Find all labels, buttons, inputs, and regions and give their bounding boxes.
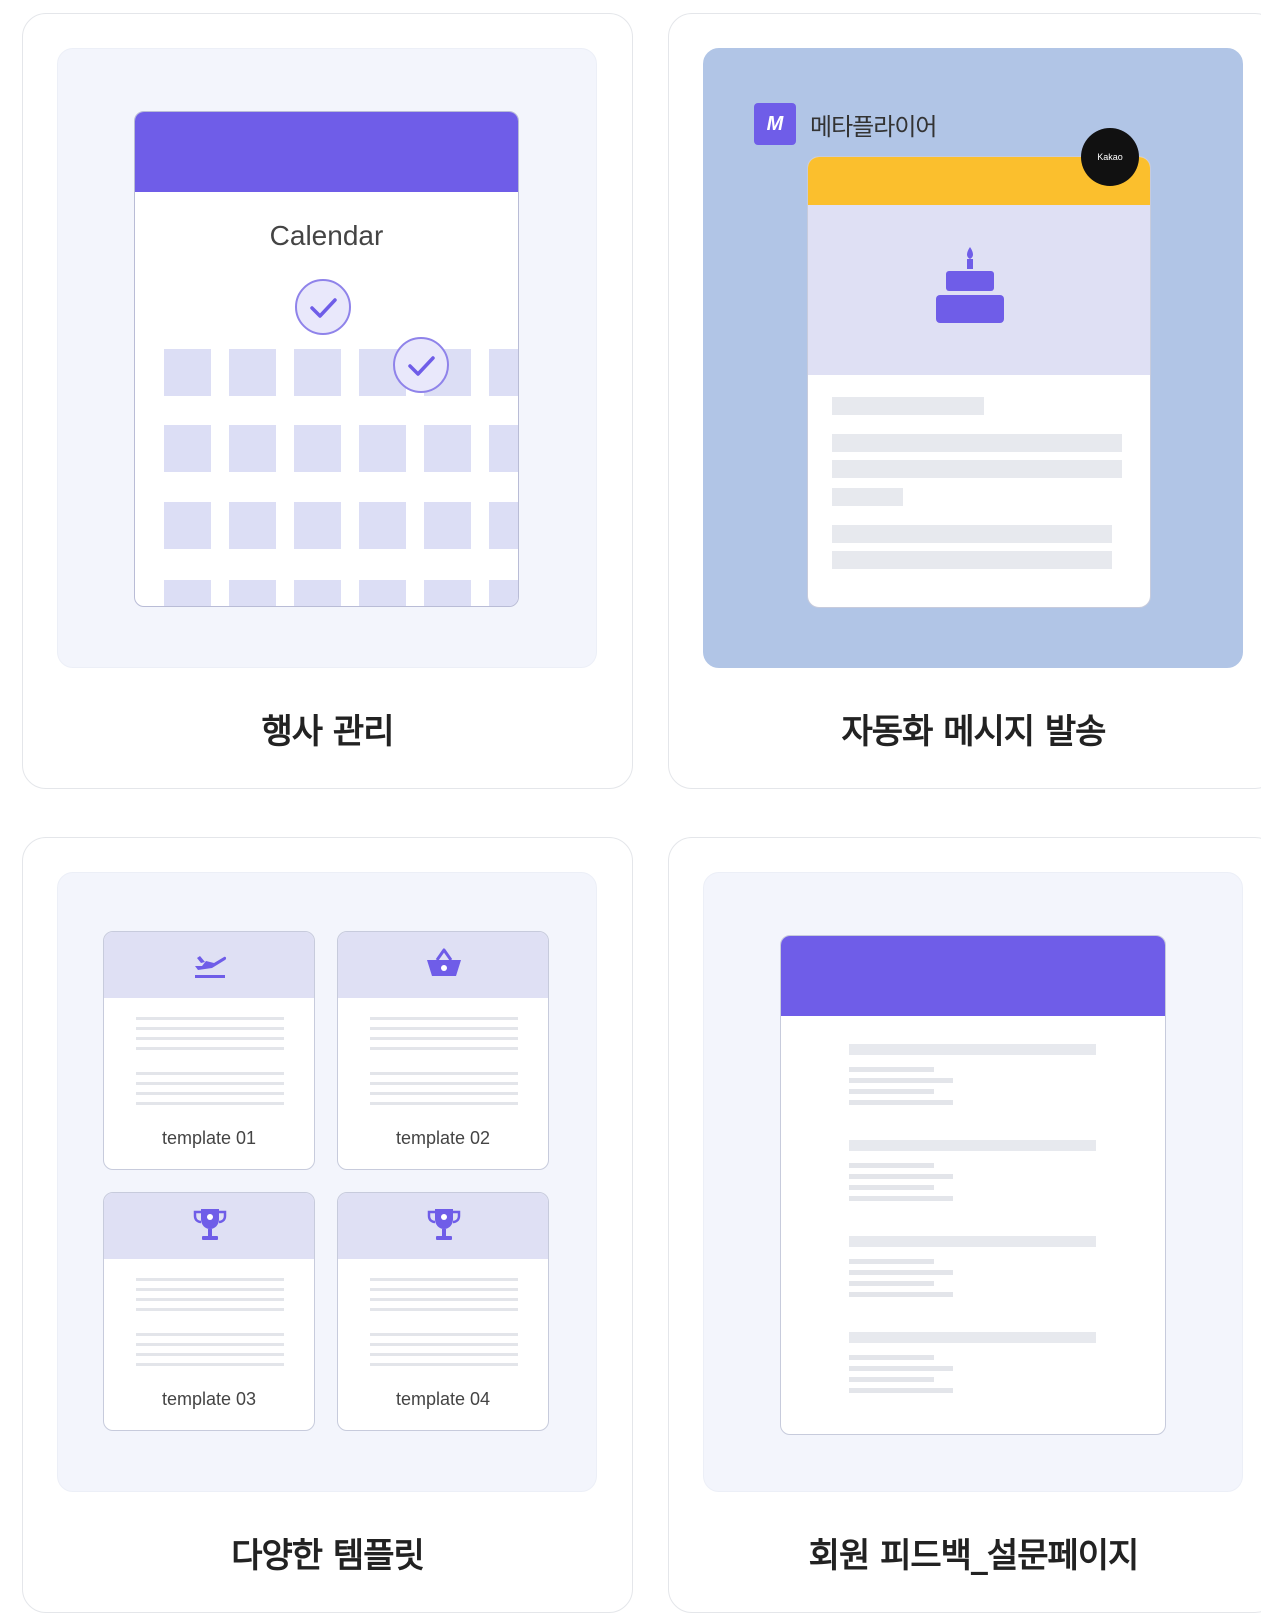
trophy-icon (193, 1209, 227, 1240)
feature-card-auto-message[interactable]: M 메타플라이어 Kakao 자동화 메시지 발송 (668, 13, 1261, 789)
calendar-cell (294, 349, 341, 396)
calendar-cell (164, 349, 211, 396)
message-illustration: M 메타플라이어 Kakao (703, 48, 1243, 668)
template-card-03: template 03 (103, 1192, 315, 1431)
survey-mockup (780, 935, 1166, 1435)
trophy-icon (427, 1209, 461, 1240)
feature-card-templates[interactable]: template 01 template 02 template 03 temp… (22, 837, 633, 1613)
template-label: template 02 (395, 1128, 491, 1148)
kakao-badge: Kakao (1081, 128, 1139, 186)
templates-illustration: template 01 template 02 template 03 temp… (57, 872, 597, 1492)
calendar-cell (424, 425, 471, 472)
text-placeholder (832, 551, 1112, 569)
feature-card-feedback-survey[interactable]: 회원 피드백_설문페이지 (668, 837, 1261, 1613)
calendar-cell (489, 580, 518, 606)
calendar-cell (359, 425, 406, 472)
template-card-04: template 04 (337, 1192, 549, 1431)
calendar-mockup: Calendar (134, 111, 519, 607)
template-card-02: template 02 (337, 931, 549, 1170)
template-label: template 03 (161, 1389, 257, 1409)
message-image-area (808, 205, 1150, 375)
survey-illustration (703, 872, 1243, 1492)
calendar-cell (359, 502, 406, 549)
check-icon (295, 279, 351, 335)
text-placeholder (832, 434, 1122, 452)
card-caption: 행사 관리 (261, 712, 395, 752)
metaflyer-logo-icon: M (754, 103, 796, 145)
calendar-cell (424, 580, 471, 606)
cake-icon (936, 247, 1004, 323)
airplane-icon (195, 956, 227, 978)
card-caption: 자동화 메시지 발송 (841, 712, 1107, 752)
brand-name: 메타플라이어 (810, 113, 937, 141)
card-caption: 다양한 템플릿 (231, 1536, 425, 1576)
calendar-cell (164, 425, 211, 472)
template-label: template 04 (395, 1389, 491, 1409)
template-card-01: template 01 (103, 931, 315, 1170)
text-placeholder (832, 525, 1112, 543)
calendar-title: Calendar (269, 220, 384, 251)
basket-icon (427, 948, 461, 976)
calendar-cell (294, 502, 341, 549)
calendar-cell (489, 502, 518, 549)
calendar-cell (489, 349, 518, 396)
calendar-cell (359, 580, 406, 606)
card-caption: 회원 피드백_설문페이지 (808, 1536, 1140, 1576)
calendar-cell (229, 425, 276, 472)
calendar-cell (164, 580, 211, 606)
calendar-cell (229, 502, 276, 549)
calendar-header-bar (135, 112, 518, 192)
check-icon (393, 337, 449, 393)
calendar-cell (229, 580, 276, 606)
template-label: template 01 (161, 1128, 257, 1148)
calendar-cell (164, 502, 211, 549)
feature-card-event-management[interactable]: Calendar 행사 관리 (22, 13, 633, 789)
calendar-cell (424, 502, 471, 549)
calendar-illustration: Calendar (57, 48, 597, 668)
text-placeholder (832, 397, 984, 415)
calendar-cell (489, 425, 518, 472)
calendar-cell (294, 425, 341, 472)
calendar-cell (294, 580, 341, 606)
calendar-cell (229, 349, 276, 396)
survey-header-bar (781, 936, 1165, 1016)
message-mockup (807, 156, 1151, 608)
text-placeholder (832, 488, 903, 506)
text-placeholder (832, 460, 1122, 478)
